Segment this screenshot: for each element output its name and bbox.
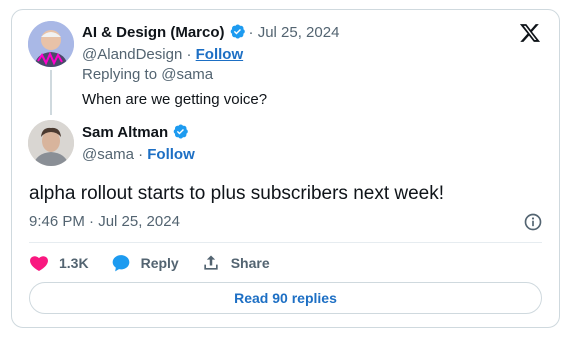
reply-button[interactable]: Reply: [111, 253, 179, 273]
reply-label: Reply: [140, 255, 179, 271]
follow-link-aianddesign[interactable]: Follow: [196, 46, 244, 63]
reply-handle-line: @AlandDesign · Follow: [82, 45, 243, 65]
share-label: Share: [230, 255, 270, 271]
main-author-line: Sam Altman: [82, 123, 192, 143]
share-button[interactable]: Share: [201, 253, 270, 273]
main-author-handle[interactable]: @sama: [82, 146, 134, 163]
verified-badge-icon: [173, 124, 188, 139]
avatar-aianddesign[interactable]: [28, 21, 74, 67]
divider: [29, 242, 542, 243]
reply-tweet-text: When are we getting voice?: [82, 91, 268, 108]
reply-author-line: AI & Design (Marco) · Jul 25, 2024: [82, 23, 339, 43]
main-tweet-text: alpha rollout starts to plus subscribers…: [29, 183, 445, 204]
reply-date[interactable]: Jul 25, 2024: [258, 24, 340, 41]
reply-bubble-icon: [112, 255, 129, 272]
main-author-name[interactable]: Sam Altman: [82, 124, 168, 141]
x-logo-icon[interactable]: [519, 22, 541, 44]
action-bar: 1.3K Reply Share: [29, 251, 292, 275]
reply-author-handle[interactable]: @AlandDesign: [82, 46, 182, 63]
follow-link-sama[interactable]: Follow: [147, 146, 195, 163]
read-replies-button[interactable]: Read 90 replies: [29, 282, 542, 314]
separator-dot: ·: [248, 24, 254, 41]
like-count: 1.3K: [59, 255, 89, 271]
verified-badge-icon: [230, 24, 245, 39]
reply-author-name[interactable]: AI & Design (Marco): [82, 24, 225, 41]
main-tweet-timestamp[interactable]: 9:46 PM · Jul 25, 2024: [29, 212, 180, 232]
separator-dot: ·: [138, 146, 144, 163]
avatar-sama[interactable]: [28, 120, 74, 166]
embedded-tweet-card[interactable]: AI & Design (Marco) · Jul 25, 2024 @Aland…: [11, 9, 560, 328]
thread-connector-line: [50, 70, 52, 115]
share-icon: [204, 255, 218, 270]
like-button[interactable]: 1.3K: [29, 253, 89, 273]
heart-icon: [30, 256, 48, 271]
main-handle-line: @sama · Follow: [82, 145, 195, 165]
info-icon[interactable]: [523, 212, 543, 232]
separator-dot: ·: [186, 46, 192, 63]
replying-to-label: Replying to @sama: [82, 66, 214, 83]
